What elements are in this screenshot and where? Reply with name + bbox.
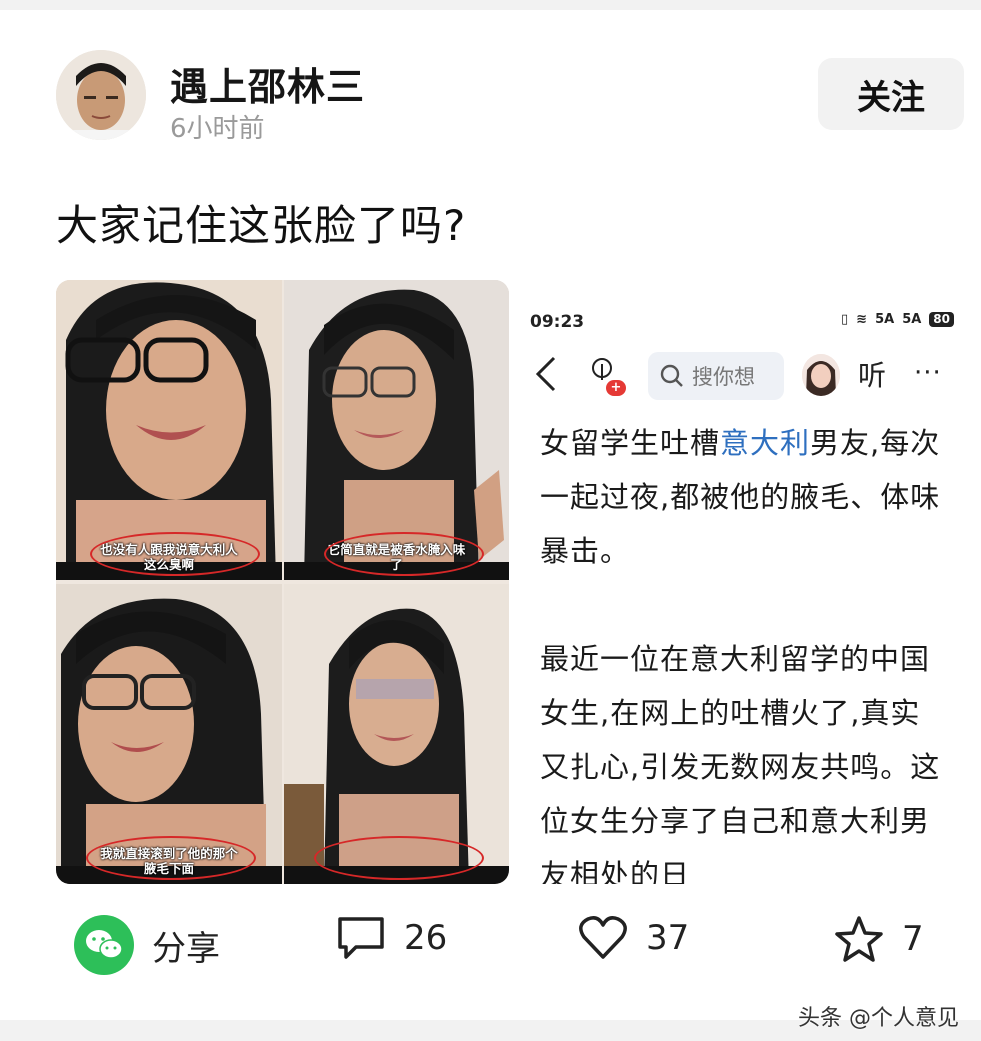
- search-box: 搜你想: [648, 352, 784, 400]
- post-timestamp: 6小时前: [170, 114, 265, 144]
- star-icon: [835, 916, 883, 962]
- share-label: 分享: [152, 928, 220, 969]
- favorite-button[interactable]: 7: [834, 915, 924, 963]
- listen-label: 听: [858, 359, 887, 392]
- wifi-icon: ≋: [856, 312, 868, 327]
- status-icons: ▯ ≋ 5A 5A 80: [841, 312, 954, 327]
- collage-panel-3: 我就直接滚到了他的那个 腋毛下面: [56, 584, 282, 884]
- search-icon: [660, 364, 683, 387]
- battery-icon: 80: [929, 312, 954, 327]
- article-screenshot-image[interactable]: 09:23 ▯ ≋ 5A 5A 80 + 搜你想 听 ··· 女留学生吐槽意大利…: [520, 290, 964, 884]
- comment-icon: [338, 917, 384, 959]
- back-chevron-icon: [534, 356, 558, 396]
- plus-badge-icon: +: [606, 380, 626, 396]
- like-count: 37: [646, 918, 690, 958]
- wechat-icon: [74, 915, 134, 975]
- video-collage-image[interactable]: 也没有人跟我说意大利人 这么臭啊 它简直就是被香水腌入味 了 我就直接滚到了他的…: [56, 280, 509, 884]
- favorite-count: 7: [902, 919, 924, 959]
- share-button[interactable]: 分享: [74, 915, 220, 975]
- red-circle-mark: [314, 836, 484, 880]
- source-watermark: 头条 @个人意见: [798, 1006, 959, 1031]
- avatar-icon: [802, 354, 840, 396]
- red-circle-mark: [90, 532, 260, 576]
- status-time: 09:23: [530, 312, 585, 332]
- action-bar: 分享 26 37 7: [0, 915, 981, 995]
- vibrate-icon: ▯: [841, 312, 849, 327]
- comment-button[interactable]: 26: [336, 915, 447, 961]
- comment-count: 26: [404, 918, 448, 958]
- collage-panel-1: 也没有人跟我说意大利人 这么臭啊: [56, 280, 282, 580]
- more-icon: ···: [914, 358, 942, 388]
- red-circle-mark: [324, 532, 484, 576]
- red-circle-mark: [86, 836, 256, 880]
- search-placeholder: 搜你想: [692, 365, 755, 389]
- post-card: 遇上邵林三 6小时前 关注 大家记住这张脸了吗? 也没有人跟我说意大利人 这么臭…: [0, 10, 981, 1031]
- signal-label-a: 5A: [875, 312, 895, 327]
- author-avatar[interactable]: [56, 50, 146, 140]
- signal-label-b: 5A: [902, 312, 922, 327]
- article-text: 女留学生吐槽意大利男友,每次一起过夜,都被他的腋毛、体味暴击。 最近一位在意大利…: [540, 416, 950, 884]
- post-title: 大家记住这张脸了吗?: [56, 201, 467, 250]
- follow-button[interactable]: 关注: [818, 58, 964, 130]
- heart-icon: [579, 916, 627, 959]
- article-paragraph-2: 最近一位在意大利留学的中国女生,在网上的吐槽火了,真实又扎心,引发无数网友共鸣。…: [540, 642, 941, 884]
- article-link: 意大利: [720, 426, 811, 460]
- app-logo-icon: +: [582, 350, 630, 398]
- collage-panel-2: 它简直就是被香水腌入味 了: [284, 280, 509, 580]
- collage-panel-4: [284, 584, 509, 884]
- like-button[interactable]: 37: [578, 915, 689, 961]
- author-name[interactable]: 遇上邵林三: [170, 56, 365, 111]
